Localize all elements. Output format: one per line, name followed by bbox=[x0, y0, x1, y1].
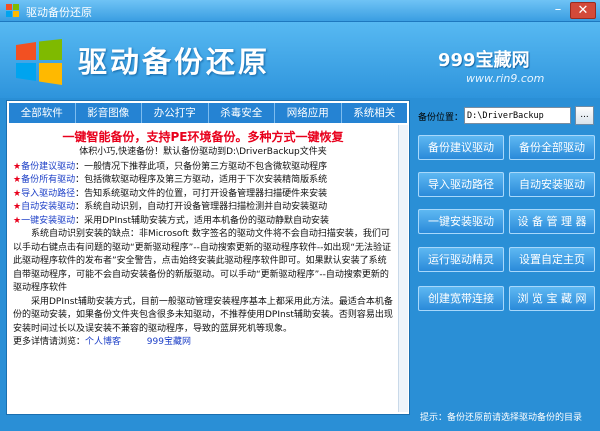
more-info-line: 更多详情请浏览：个人博客 999宝藏网 bbox=[13, 336, 393, 350]
auto-install-button[interactable]: 自动安装驱动 bbox=[509, 172, 595, 197]
feature-desc: ：告知系统驱动文件的位置，可打开设备管理器扫描硬件来安装 bbox=[75, 188, 328, 199]
feature-item: ★一键安装驱动：采用DPInst辅助安装方式，适用本机备份的驱动静默自动安装 bbox=[13, 215, 393, 229]
feature-desc: ：包括微软驱动程序及第三方驱动，适用于下次安装精简版系统 bbox=[75, 175, 328, 185]
minimize-button[interactable]: – bbox=[548, 2, 568, 19]
nav-system[interactable]: 系统相关 bbox=[342, 103, 408, 123]
app-title: 驱动备份还原 bbox=[78, 45, 271, 79]
feature-name: 一键安装驱动 bbox=[21, 215, 76, 226]
top-nav: 全部软件 影音图像 办公打字 杀毒安全 网络应用 系统相关 bbox=[9, 103, 407, 123]
subline: 体积小巧,快速备份！默认备份驱动到D:\DriverBackup文件夹 bbox=[79, 147, 327, 157]
hint-text: 提示：备份还原前请选择驱动备份的目录 bbox=[420, 413, 583, 423]
star-icon: ★ bbox=[13, 161, 22, 172]
title-bar: 驱动备份还原 – ✕ bbox=[0, 0, 600, 22]
brand-logo-text: 999宝藏网 bbox=[438, 50, 530, 71]
feature-name: 自动安装驱动 bbox=[21, 202, 76, 212]
feature-desc: ：系统自动识别，自动打开设备管理器扫描检测并自动安装驱动 bbox=[75, 202, 328, 212]
app-icon bbox=[6, 4, 19, 17]
set-homepage-button[interactable]: 设置自定主页 bbox=[509, 247, 595, 272]
content-scrollbar[interactable] bbox=[398, 125, 408, 412]
star-icon: ★ bbox=[13, 175, 22, 185]
nav-security[interactable]: 杀毒安全 bbox=[209, 103, 275, 123]
info-panel: 全部软件 影音图像 办公打字 杀毒安全 网络应用 系统相关 一键智能备份，支持P… bbox=[6, 100, 410, 415]
browse-site-button[interactable]: 浏 览 宝 藏 网 bbox=[509, 286, 595, 311]
backup-path-input[interactable] bbox=[464, 107, 571, 124]
description-content: 一键智能备份，支持PE环境备份。多种方式一键恢复 体积小巧,快速备份！默认备份驱… bbox=[9, 125, 397, 412]
window-title: 驱动备份还原 bbox=[26, 6, 92, 19]
star-icon: ★ bbox=[13, 202, 22, 212]
feature-item: ★备份所有驱动：包括微软驱动程序及第三方驱动，适用于下次安装精简版系统 bbox=[13, 174, 393, 188]
backup-path-label: 备份位置： bbox=[418, 113, 464, 123]
windows-logo-icon bbox=[16, 39, 62, 85]
header-banner: 驱动备份还原 999宝藏网 www.rin9.com bbox=[0, 22, 600, 98]
blog-link[interactable]: 个人博客 bbox=[85, 337, 121, 347]
run-driver-genius-button[interactable]: 运行驱动精灵 bbox=[418, 247, 504, 272]
site-link[interactable]: 999宝藏网 bbox=[147, 337, 191, 347]
feature-item: ★自动安装驱动：系统自动识别，自动打开设备管理器扫描检测并自动安装驱动 bbox=[13, 201, 393, 215]
star-icon: ★ bbox=[13, 188, 22, 199]
feature-item: ★导入驱动路径：告知系统驱动文件的位置，可打开设备管理器扫描硬件来安装 bbox=[13, 188, 393, 202]
nav-network[interactable]: 网络应用 bbox=[275, 103, 342, 123]
backup-all-button[interactable]: 备份全部驱动 bbox=[509, 135, 595, 160]
headline: 一键智能备份，支持PE环境备份。多种方式一键恢复 bbox=[62, 130, 344, 144]
control-panel: 备份位置： ... 备份建议驱动 备份全部驱动 导入驱动路径 自动安装驱动 一键… bbox=[416, 100, 596, 423]
star-icon: ★ bbox=[13, 215, 22, 226]
paragraph-dpinst: 采用DPInst辅助安装方式，目前一般驱动管理安装程序基本上都采用此方法。最适合… bbox=[13, 296, 393, 334]
one-click-install-button[interactable]: 一键安装驱动 bbox=[418, 209, 504, 234]
feature-name: 备份所有驱动 bbox=[21, 175, 76, 185]
nav-all-software[interactable]: 全部软件 bbox=[9, 103, 76, 123]
import-driver-path-button[interactable]: 导入驱动路径 bbox=[418, 172, 504, 197]
feature-desc: ：采用DPInst辅助安装方式，适用本机备份的驱动静默自动安装 bbox=[75, 215, 330, 226]
feature-name: 备份建议驱动 bbox=[21, 161, 76, 172]
device-manager-button[interactable]: 设 备 管 理 器 bbox=[509, 209, 595, 234]
create-broadband-button[interactable]: 创建宽带连接 bbox=[418, 286, 504, 311]
feature-name: 导入驱动路径 bbox=[21, 188, 76, 199]
paragraph-auto-install: 系统自动识别安装的缺点：非Microsoft 数字签名的驱动文件将不会自动扫描安… bbox=[13, 229, 391, 293]
browse-button[interactable]: ... bbox=[575, 106, 594, 125]
nav-office[interactable]: 办公打字 bbox=[142, 103, 209, 123]
brand-url: www.rin9.com bbox=[466, 72, 545, 85]
feature-item: ★备份建议驱动：一般情况下推荐此项，只备份第三方驱动不包含微软驱动程序 bbox=[13, 161, 393, 175]
nav-media[interactable]: 影音图像 bbox=[76, 103, 142, 123]
backup-recommended-button[interactable]: 备份建议驱动 bbox=[418, 135, 504, 160]
feature-desc: ：一般情况下推荐此项，只备份第三方驱动不包含微软驱动程序 bbox=[75, 161, 328, 172]
more-info-label: 更多详情请浏览： bbox=[13, 337, 86, 347]
close-button[interactable]: ✕ bbox=[570, 2, 596, 19]
